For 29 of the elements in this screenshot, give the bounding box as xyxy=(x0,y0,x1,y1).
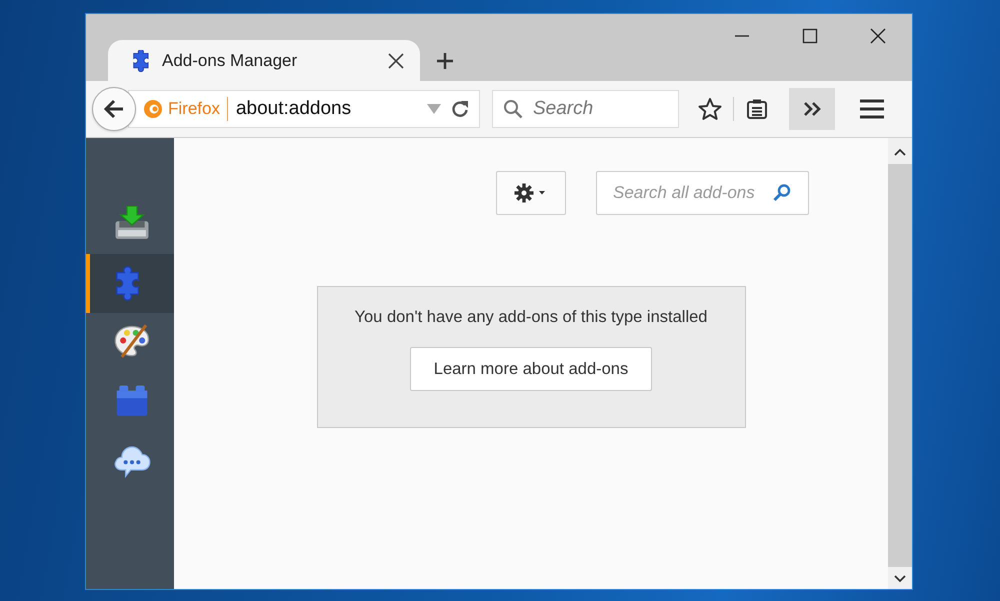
category-item[interactable] xyxy=(86,254,174,313)
address-bar[interactable]: Firefox about:addons xyxy=(128,90,480,128)
addon-search-input[interactable]: Search all add-ons xyxy=(611,182,772,204)
search-input[interactable]: Search xyxy=(531,97,675,121)
tab-close-icon[interactable] xyxy=(388,52,404,68)
close-icon xyxy=(870,28,886,44)
browser-logo-icon xyxy=(143,99,163,119)
search-field[interactable]: Search xyxy=(492,90,679,128)
double-chevron-icon xyxy=(802,101,822,117)
url-text: about:addons xyxy=(236,98,352,120)
addon-search-field[interactable]: Search all add-ons xyxy=(596,171,809,215)
gear-dropdown-icon xyxy=(514,183,548,203)
reload-icon[interactable] xyxy=(451,100,469,118)
scroll-down-icon[interactable] xyxy=(894,575,906,583)
tab-title: Add-ons Manager xyxy=(162,50,298,70)
scroll-up-icon[interactable] xyxy=(894,148,906,156)
minimize-icon xyxy=(734,35,750,37)
search-icon xyxy=(772,183,792,203)
back-arrow-icon xyxy=(103,98,125,120)
plus-icon xyxy=(435,50,455,70)
maximize-icon xyxy=(802,28,818,44)
overflow-button[interactable] xyxy=(789,88,835,130)
browser-tab[interactable]: Add-ons Manager xyxy=(108,40,420,81)
back-button[interactable] xyxy=(92,87,136,131)
site-identity: Firefox xyxy=(168,97,228,121)
tools-menu-button[interactable] xyxy=(496,171,566,215)
search-icon xyxy=(503,99,523,119)
learn-more-button[interactable]: Learn more about add-ons xyxy=(410,347,652,391)
empty-notice-message: You don't have any add-ons of this type installed xyxy=(354,308,708,327)
